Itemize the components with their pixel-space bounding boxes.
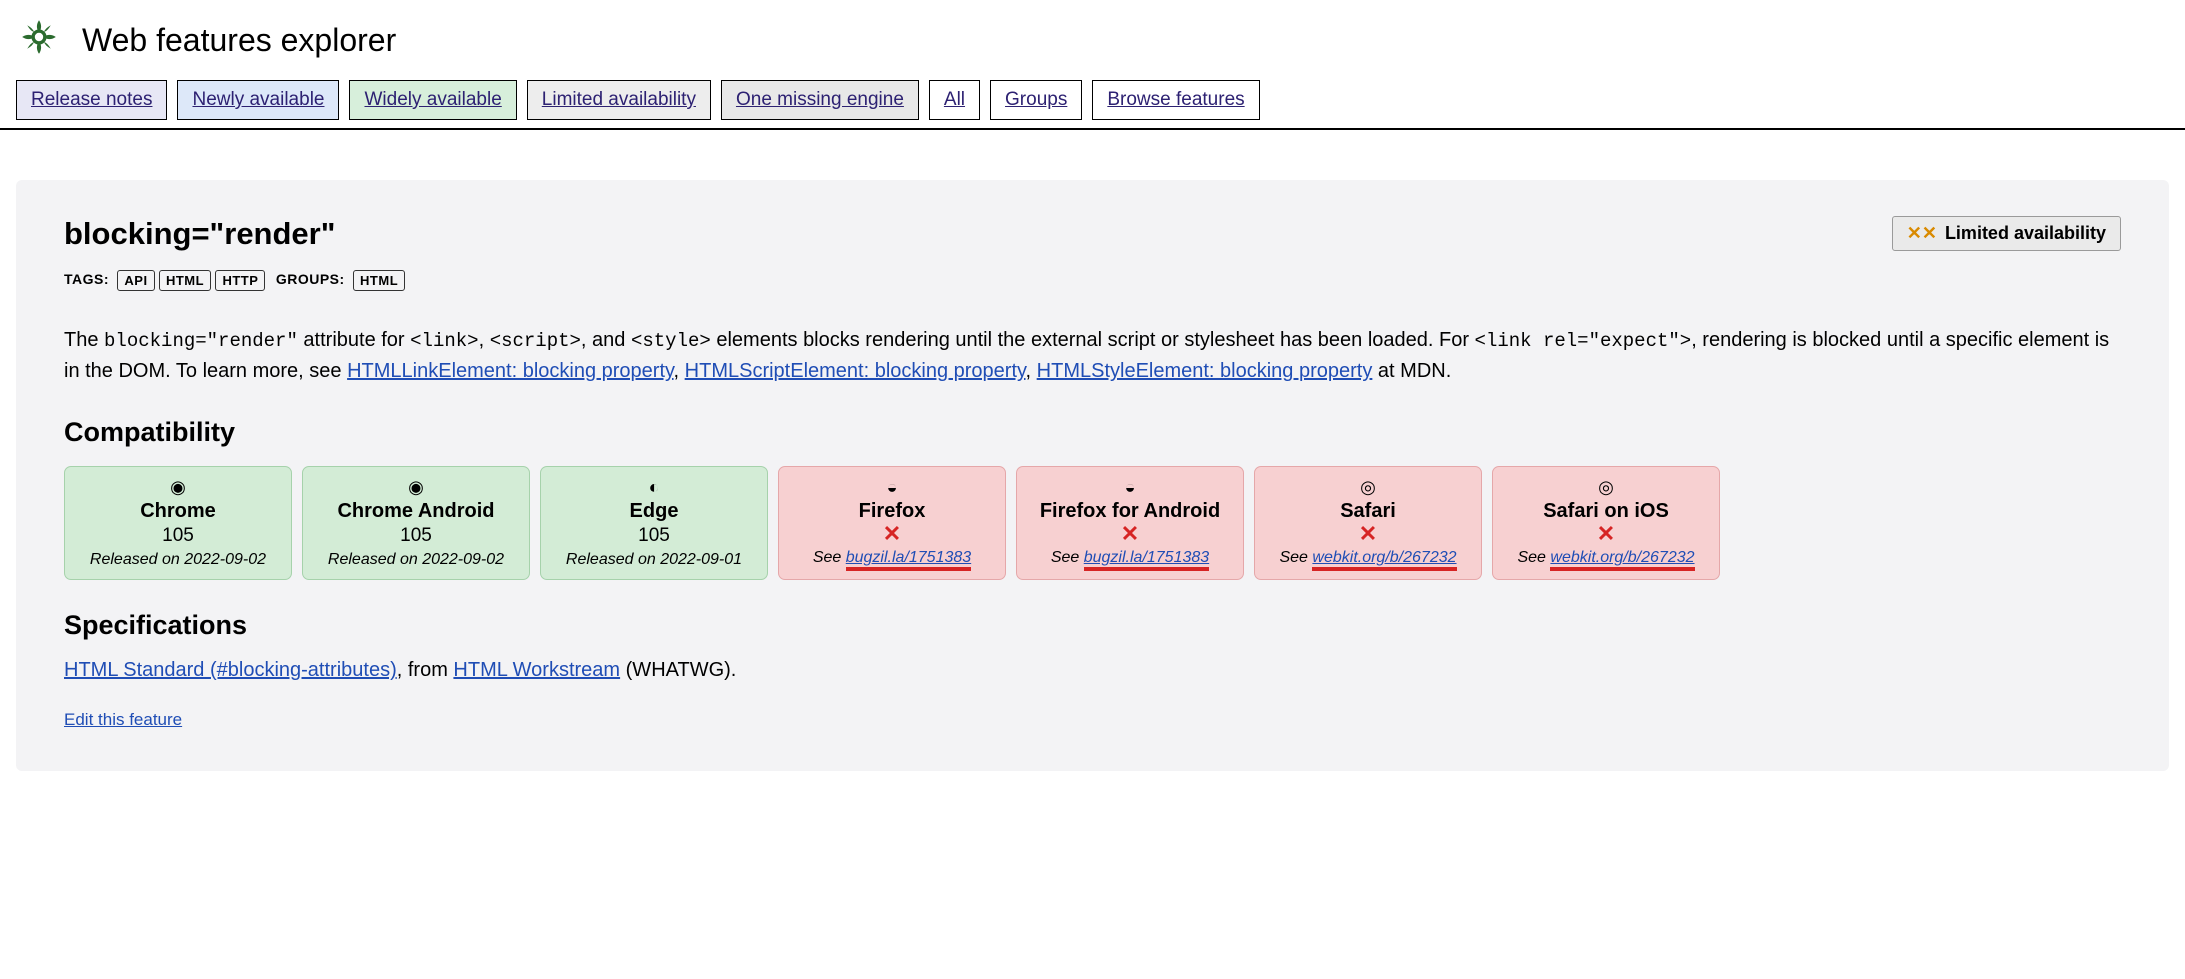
browser-name: Chrome Android xyxy=(311,500,521,523)
desc-text: , xyxy=(1026,360,1037,382)
chrome-icon: ◉ xyxy=(311,477,521,498)
site-header: Web features explorer xyxy=(0,0,2185,80)
compat-safari: ◎ Safari ✕ See webkit.org/b/267232 xyxy=(1254,466,1482,580)
desc-text: The xyxy=(64,329,104,351)
bug-link[interactable]: webkit.org/b/267232 xyxy=(1312,549,1456,571)
browser-release-date: Released on 2022-09-02 xyxy=(311,551,521,569)
logo-icon xyxy=(18,16,60,64)
unsupported-icon: ✕ xyxy=(1025,523,1235,545)
unsupported-icon: ✕ xyxy=(1501,523,1711,545)
nav-newly-available[interactable]: Newly available xyxy=(177,80,339,120)
browser-version: 105 xyxy=(73,525,283,547)
group-html[interactable]: HTML xyxy=(353,270,405,291)
desc-code: <style> xyxy=(631,330,711,352)
limited-availability-icon: ✕✕ xyxy=(1907,223,1937,244)
spec-link[interactable]: HTML Standard (#blocking-attributes) xyxy=(64,659,397,681)
browser-version: 105 xyxy=(549,525,759,547)
firefox-icon: ◒ xyxy=(1025,477,1235,498)
browser-version: 105 xyxy=(311,525,521,547)
specifications-heading: Specifications xyxy=(64,610,2121,641)
tag-html[interactable]: HTML xyxy=(159,270,211,291)
compat-edge: ◐ Edge 105 Released on 2022-09-01 xyxy=(540,466,768,580)
bug-link-row: See bugzil.la/1751383 xyxy=(1025,549,1235,567)
compat-firefox: ◒ Firefox ✕ See bugzil.la/1751383 xyxy=(778,466,1006,580)
desc-text: attribute for xyxy=(298,329,410,351)
tag-http[interactable]: HTTP xyxy=(215,270,265,291)
desc-code: blocking="render" xyxy=(104,330,298,352)
desc-text: , xyxy=(674,360,685,382)
feature-card: blocking="render" ✕✕ Limited availabilit… xyxy=(16,180,2169,771)
bug-link-row: See bugzil.la/1751383 xyxy=(787,549,997,567)
browser-name: Firefox for Android xyxy=(1025,500,1235,523)
desc-code: <link rel="expect"> xyxy=(1475,330,1692,352)
safari-icon: ◎ xyxy=(1501,477,1711,498)
tags-label: TAGS: xyxy=(64,271,109,287)
desc-text: elements blocks rendering until the exte… xyxy=(711,329,1475,351)
site-title: Web features explorer xyxy=(82,22,396,59)
unsupported-icon: ✕ xyxy=(1263,523,1473,545)
mdn-link-htmlscriptelement[interactable]: HTMLScriptElement: blocking property xyxy=(685,360,1026,382)
safari-icon: ◎ xyxy=(1263,477,1473,498)
browser-name: Firefox xyxy=(787,500,997,523)
nav-bar: Release notes Newly available Widely ava… xyxy=(0,80,2185,130)
desc-code: <link> xyxy=(410,330,478,352)
spec-text: (WHATWG). xyxy=(620,659,736,681)
firefox-icon: ◒ xyxy=(787,477,997,498)
availability-badge: ✕✕ Limited availability xyxy=(1892,216,2121,251)
spec-workstream-link[interactable]: HTML Workstream xyxy=(453,659,620,681)
compat-safari-ios: ◎ Safari on iOS ✕ See webkit.org/b/26723… xyxy=(1492,466,1720,580)
browser-release-date: Released on 2022-09-01 xyxy=(549,551,759,569)
tag-api[interactable]: API xyxy=(117,270,154,291)
desc-text: at MDN. xyxy=(1372,360,1451,382)
compat-chrome: ◉ Chrome 105 Released on 2022-09-02 xyxy=(64,466,292,580)
desc-code: <script> xyxy=(490,330,581,352)
desc-text: , and xyxy=(581,329,631,351)
feature-title: blocking="render" xyxy=(64,216,335,252)
nav-browse-features[interactable]: Browse features xyxy=(1092,80,1259,120)
chrome-icon: ◉ xyxy=(73,477,283,498)
compatibility-heading: Compatibility xyxy=(64,417,2121,448)
availability-label: Limited availability xyxy=(1945,223,2106,244)
browser-name: Chrome xyxy=(73,500,283,523)
compatibility-grid: ◉ Chrome 105 Released on 2022-09-02 ◉ Ch… xyxy=(64,466,2121,580)
feature-description: The blocking="render" attribute for <lin… xyxy=(64,325,2121,387)
tag-row: TAGS: API HTML HTTP GROUPS: HTML xyxy=(64,270,2121,291)
nav-all[interactable]: All xyxy=(929,80,980,120)
bug-link[interactable]: bugzil.la/1751383 xyxy=(846,549,971,571)
bug-link-row: See webkit.org/b/267232 xyxy=(1501,549,1711,567)
nav-groups[interactable]: Groups xyxy=(990,80,1082,120)
groups-label: GROUPS: xyxy=(276,271,345,287)
edge-icon: ◐ xyxy=(549,477,759,498)
nav-widely-available[interactable]: Widely available xyxy=(349,80,516,120)
compat-chrome-android: ◉ Chrome Android 105 Released on 2022-09… xyxy=(302,466,530,580)
nav-release-notes[interactable]: Release notes xyxy=(16,80,167,120)
browser-name: Edge xyxy=(549,500,759,523)
desc-text: , xyxy=(479,329,490,351)
browser-name: Safari xyxy=(1263,500,1473,523)
nav-one-missing-engine[interactable]: One missing engine xyxy=(721,80,919,120)
mdn-link-htmlstyleelement[interactable]: HTMLStyleElement: blocking property xyxy=(1037,360,1373,382)
spec-line: HTML Standard (#blocking-attributes), fr… xyxy=(64,659,2121,682)
bug-link[interactable]: bugzil.la/1751383 xyxy=(1084,549,1209,571)
bug-link[interactable]: webkit.org/b/267232 xyxy=(1550,549,1694,571)
bug-link-row: See webkit.org/b/267232 xyxy=(1263,549,1473,567)
mdn-link-htmllinkelement[interactable]: HTMLLinkElement: blocking property xyxy=(347,360,673,382)
spec-text: , from xyxy=(397,659,454,681)
edit-feature-link[interactable]: Edit this feature xyxy=(64,710,182,729)
browser-release-date: Released on 2022-09-02 xyxy=(73,551,283,569)
compat-firefox-android: ◒ Firefox for Android ✕ See bugzil.la/17… xyxy=(1016,466,1244,580)
nav-limited-availability[interactable]: Limited availability xyxy=(527,80,711,120)
browser-name: Safari on iOS xyxy=(1501,500,1711,523)
unsupported-icon: ✕ xyxy=(787,523,997,545)
